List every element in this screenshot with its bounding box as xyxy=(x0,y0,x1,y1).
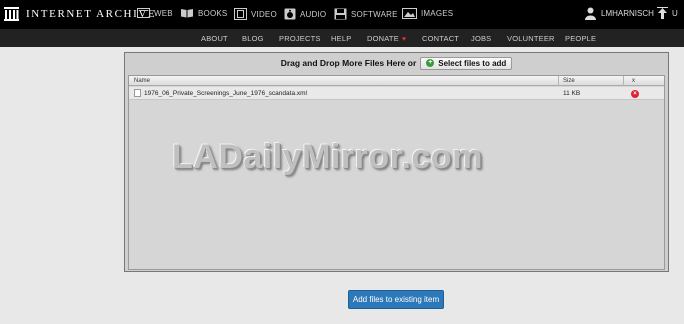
subnav-volunteer[interactable]: VOLUNTEER xyxy=(507,34,555,43)
drop-instructions-row: Drag and Drop More Files Here or + Selec… xyxy=(125,53,668,73)
top-nav-bar: INTERNET ARCHIVE WEB BOOKS VIDEO AUDIO S… xyxy=(0,0,684,29)
web-icon xyxy=(137,8,150,18)
nav-audio-label: AUDIO xyxy=(300,9,327,19)
remove-file-icon[interactable]: × xyxy=(631,90,639,98)
upload-link[interactable]: U xyxy=(657,7,678,20)
user-menu[interactable]: LMHARNISCH xyxy=(585,7,654,20)
drop-text: Drag and Drop More Files Here or xyxy=(280,58,417,68)
user-icon xyxy=(585,7,596,20)
column-divider xyxy=(623,76,624,86)
watermark: LADailyMirror.com xyxy=(172,138,483,176)
heart-icon: ♥ xyxy=(401,36,407,43)
nav-images-label: IMAGES xyxy=(421,9,454,18)
file-row[interactable]: 1976_06_Private_Screenings_June_1976_sca… xyxy=(129,87,664,100)
nav-software[interactable]: SOFTWARE xyxy=(334,8,398,20)
file-icon xyxy=(134,89,141,97)
add-files-button[interactable]: Add files to existing item xyxy=(348,290,444,309)
username: LMHARNISCH xyxy=(601,9,654,18)
nav-web-label: WEB xyxy=(154,8,173,18)
internet-archive-logo[interactable]: INTERNET ARCHIVE xyxy=(4,7,156,21)
file-size: 11 KB xyxy=(563,90,581,97)
upload-label: U xyxy=(672,9,678,18)
nav-images[interactable]: IMAGES xyxy=(402,8,453,19)
nav-books[interactable]: BOOKS xyxy=(180,8,227,18)
nav-software-label: SOFTWARE xyxy=(351,9,398,19)
file-name: 1976_06_Private_Screenings_June_1976_sca… xyxy=(144,90,307,97)
video-icon xyxy=(234,8,247,20)
nav-web[interactable]: WEB xyxy=(137,8,173,18)
subnav-blog[interactable]: BLOG xyxy=(242,34,264,43)
select-files-label: Select files to add xyxy=(438,58,507,68)
subnav-jobs[interactable]: JOBS xyxy=(471,34,491,43)
subnav-donate[interactable]: DONATE ♥ xyxy=(367,34,406,43)
subnav-projects[interactable]: PROJECTS xyxy=(279,34,321,43)
images-icon xyxy=(402,8,417,19)
sub-nav-bar: ABOUT BLOG PROJECTS HELP DONATE ♥ CONTACT… xyxy=(0,29,684,47)
nav-video-label: VIDEO xyxy=(251,9,277,19)
subnav-about[interactable]: ABOUT xyxy=(201,34,228,43)
archive-building-icon xyxy=(4,7,19,21)
upload-icon xyxy=(657,7,668,19)
column-divider xyxy=(558,76,559,86)
nav-books-label: BOOKS xyxy=(198,8,228,18)
subnav-donate-label: DONATE xyxy=(367,34,399,43)
plus-icon: + xyxy=(426,59,435,67)
nav-video[interactable]: VIDEO xyxy=(234,8,277,20)
audio-icon xyxy=(284,8,296,20)
subnav-contact[interactable]: CONTACT xyxy=(422,34,459,43)
column-header-remove: x xyxy=(632,78,635,84)
software-icon xyxy=(334,8,347,20)
books-icon xyxy=(181,9,193,18)
subnav-people[interactable]: PEOPLE xyxy=(565,34,596,43)
subnav-help[interactable]: HELP xyxy=(331,34,351,43)
column-header-size[interactable]: Size xyxy=(563,78,575,84)
select-files-button[interactable]: + Select files to add xyxy=(420,56,513,70)
file-list-header: Name Size x xyxy=(129,76,664,86)
column-header-name[interactable]: Name xyxy=(134,78,150,84)
nav-audio[interactable]: AUDIO xyxy=(284,8,326,20)
